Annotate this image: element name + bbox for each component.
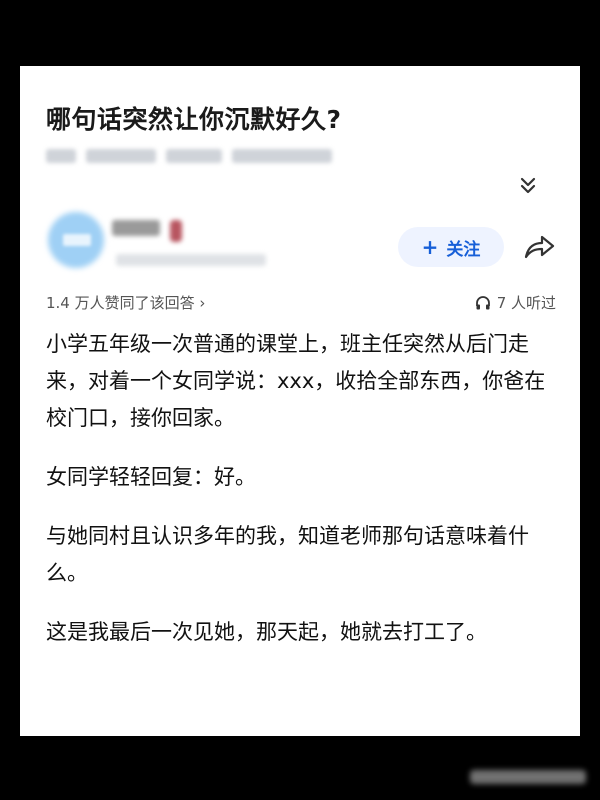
share-icon[interactable] bbox=[522, 232, 556, 262]
headphones-icon bbox=[475, 295, 490, 309]
answer-content: 小学五年级一次普通的课堂上，班主任突然从后门走来，对着一个女同学说：xxx，收拾… bbox=[46, 326, 556, 673]
answer-meta-row: 1.4 万人赞同了该回答 › 7 人听过 bbox=[46, 292, 556, 314]
expand-icon[interactable] bbox=[516, 174, 540, 198]
follow-label: 关注 bbox=[446, 239, 481, 260]
answer-paragraph: 女同学轻轻回复：好。 bbox=[46, 465, 256, 489]
blurred-watermark bbox=[470, 770, 586, 784]
blurred-question-subtitle bbox=[46, 148, 376, 164]
question-title[interactable]: 哪句话突然让你沉默好久? bbox=[46, 100, 342, 136]
answer-paragraph: 小学五年级一次普通的课堂上，班主任突然从后门走来，对着一个女同学说：xxx，收拾… bbox=[46, 332, 546, 430]
blurred-author-name[interactable] bbox=[112, 214, 192, 244]
answer-paragraph: 与她同村且认识多年的我，知道老师那句话意味着什么。 bbox=[46, 524, 529, 585]
listen-count[interactable]: 7 人听过 bbox=[475, 292, 556, 313]
listen-label: 7 人听过 bbox=[496, 294, 556, 312]
avatar-blur-detail bbox=[63, 234, 91, 246]
answer-paragraph: 这是我最后一次见她，那天起，她就去打工了。 bbox=[46, 620, 487, 644]
follow-button[interactable]: + 关注 bbox=[398, 227, 504, 267]
blurred-author-bio bbox=[116, 254, 266, 266]
plus-icon: + bbox=[421, 235, 439, 259]
likes-count[interactable]: 1.4 万人赞同了该回答 › bbox=[46, 292, 205, 313]
answer-card: 哪句话突然让你沉默好久? + 关注 1.4 万人赞同了该回答 › 7 人听过 小… bbox=[20, 66, 580, 736]
